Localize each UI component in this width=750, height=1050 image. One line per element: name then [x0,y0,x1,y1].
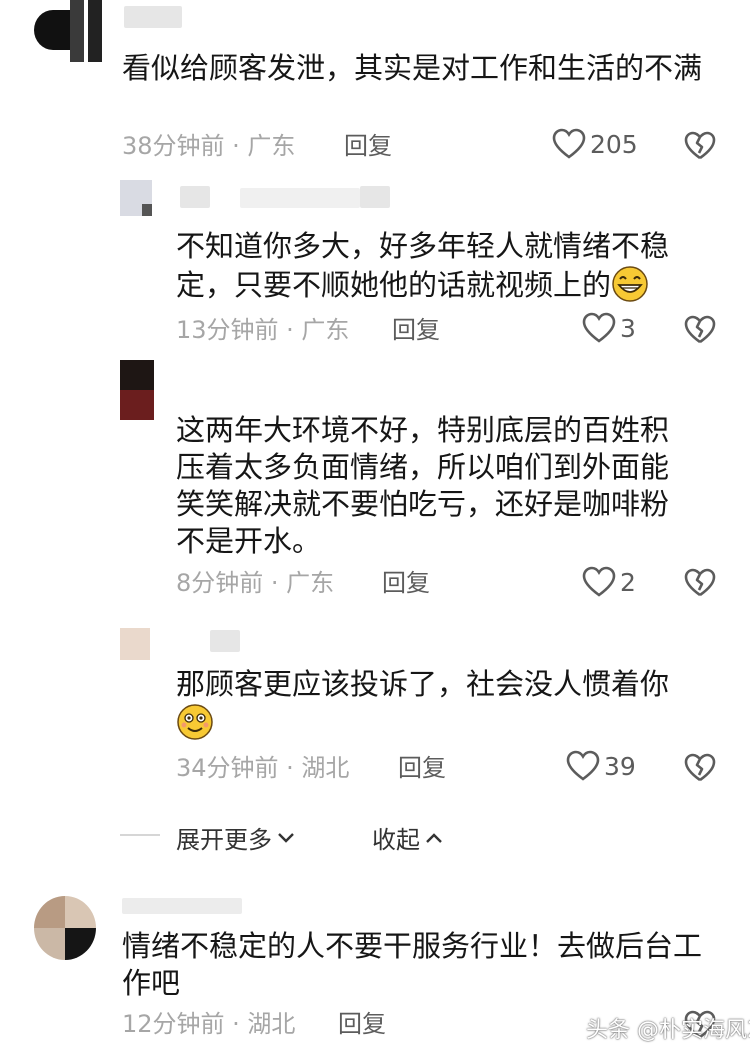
comment-text: 这两年大环境不好，特别底层的百姓积压着太多负面情绪，所以咱们到外面能笑笑解决就不… [176,413,670,558]
broken-heart-icon[interactable] [684,131,716,161]
comment-meta: 8分钟前 · 广东 [176,569,335,597]
collapse-label: 收起 [372,826,420,854]
chevron-up-icon [426,832,442,843]
expand-more-button[interactable]: 展开更多 [176,820,296,855]
heart-icon [552,128,586,159]
like-button[interactable]: 39 [566,750,636,782]
broken-heart-icon[interactable] [684,753,716,783]
heart-icon [566,750,600,781]
comment-meta: 13分钟前 · 广东 [176,316,350,344]
username-redacted [180,186,210,208]
username-redacted [360,186,390,208]
comment-text: 情绪不稳定的人不要干服务行业！去做后台工作吧 [122,929,703,1000]
like-button[interactable]: 3 [582,312,636,344]
reply-button[interactable]: 回复 [382,568,430,598]
username-redacted [210,630,240,652]
heart-icon [582,312,616,343]
reply-button[interactable]: 回复 [392,315,440,345]
comment-text: 看似给顾客发泄，其实是对工作和生活的不满 [122,51,703,85]
source-watermark: 头条 @朴实海风2 [586,1018,750,1043]
grinning-emoji-icon [612,266,648,302]
avatar[interactable] [120,628,150,660]
like-button[interactable]: 2 [582,566,636,598]
reply-button[interactable]: 回复 [344,131,392,161]
comment-meta: 34分钟前 · 湖北 [176,754,350,782]
comment-text-content: 那顾客更应该投诉了，社会没人惯着你 [176,667,670,701]
avatar[interactable] [120,360,154,420]
comment-text: 那顾客更应该投诉了，社会没人惯着你 [176,666,696,742]
heart-icon [582,566,616,597]
like-count: 39 [604,751,636,781]
broken-heart-icon[interactable] [684,568,716,598]
username-redacted [124,6,182,28]
thread-divider [120,834,160,836]
smiling-emoji-icon [177,704,213,740]
comment-meta: 38分钟前 · 广东 [122,132,296,160]
chevron-down-icon [278,832,294,843]
like-count: 205 [590,129,638,159]
expand-more-label: 展开更多 [176,826,272,854]
username-redacted [240,188,360,208]
avatar[interactable] [34,896,96,960]
like-count: 2 [620,567,636,597]
avatar[interactable] [30,0,102,62]
comment-meta: 12分钟前 · 湖北 [122,1010,296,1038]
like-count: 3 [620,313,636,343]
avatar[interactable] [120,180,152,216]
reply-button[interactable]: 回复 [338,1009,386,1039]
collapse-button[interactable]: 收起 [372,820,444,855]
comment-text-content: 不知道你多大，好多年轻人就情绪不稳定，只要不顺她他的话就视频上的 [176,229,670,302]
reply-button[interactable]: 回复 [398,753,446,783]
comment-text: 不知道你多大，好多年轻人就情绪不稳定，只要不顺她他的话就视频上的 [176,228,696,304]
like-button[interactable]: 205 [552,128,638,160]
username-redacted [122,898,242,914]
broken-heart-icon[interactable] [684,315,716,345]
